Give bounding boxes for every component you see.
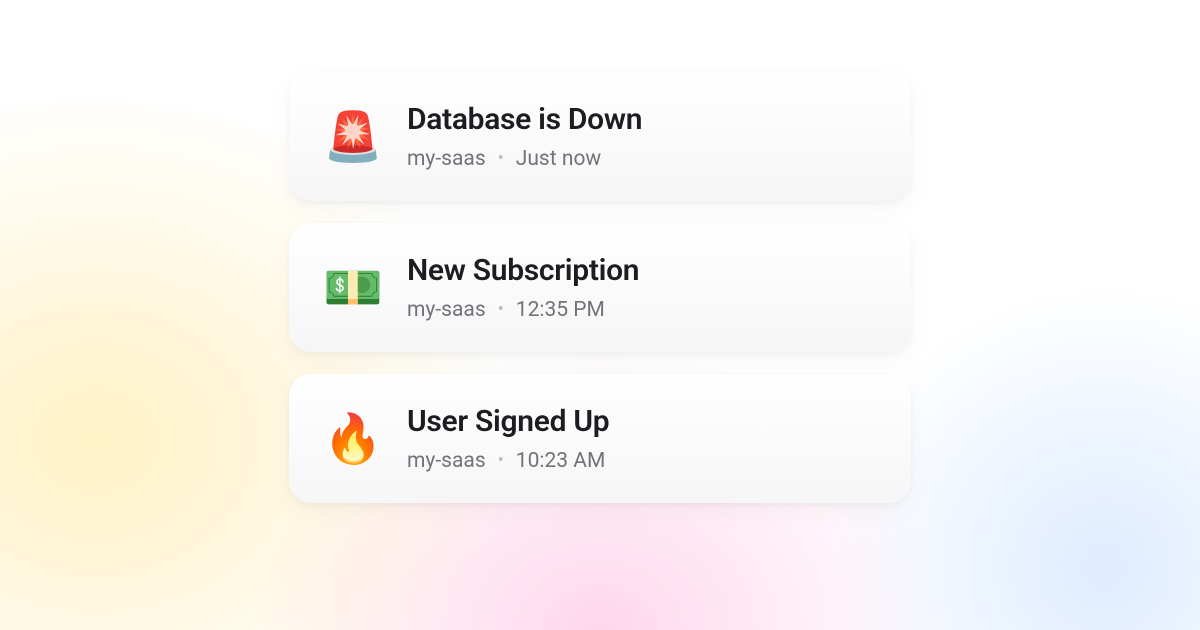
notification-card[interactable]: 💵 New Subscription my-saas • 12:35 PM: [289, 223, 911, 352]
notification-time: 12:35 PM: [516, 298, 605, 322]
fire-icon: 🔥: [323, 415, 379, 463]
meta-separator: •: [498, 452, 504, 470]
notification-project: my-saas: [407, 298, 486, 322]
notification-body: Database is Down my-saas • Just now: [407, 102, 642, 171]
notification-body: New Subscription my-saas • 12:35 PM: [407, 253, 639, 322]
notification-title: New Subscription: [407, 253, 639, 288]
meta-separator: •: [498, 301, 504, 319]
meta-separator: •: [498, 150, 504, 168]
notification-card[interactable]: 🚨 Database is Down my-saas • Just now: [289, 72, 911, 201]
notification-project: my-saas: [407, 147, 486, 171]
notification-meta: my-saas • Just now: [407, 147, 642, 171]
dollar-banknote-icon: 💵: [323, 264, 379, 312]
notification-body: User Signed Up my-saas • 10:23 AM: [407, 404, 609, 473]
notification-meta: my-saas • 12:35 PM: [407, 298, 639, 322]
notification-time: Just now: [516, 147, 601, 171]
notification-meta: my-saas • 10:23 AM: [407, 449, 609, 473]
siren-icon: 🚨: [323, 113, 379, 161]
notification-title: User Signed Up: [407, 404, 609, 439]
notification-card[interactable]: 🔥 User Signed Up my-saas • 10:23 AM: [289, 374, 911, 503]
notification-time: 10:23 AM: [516, 449, 606, 473]
notification-project: my-saas: [407, 449, 486, 473]
notification-list: 🚨 Database is Down my-saas • Just now 💵 …: [289, 72, 911, 503]
notification-title: Database is Down: [407, 102, 642, 137]
